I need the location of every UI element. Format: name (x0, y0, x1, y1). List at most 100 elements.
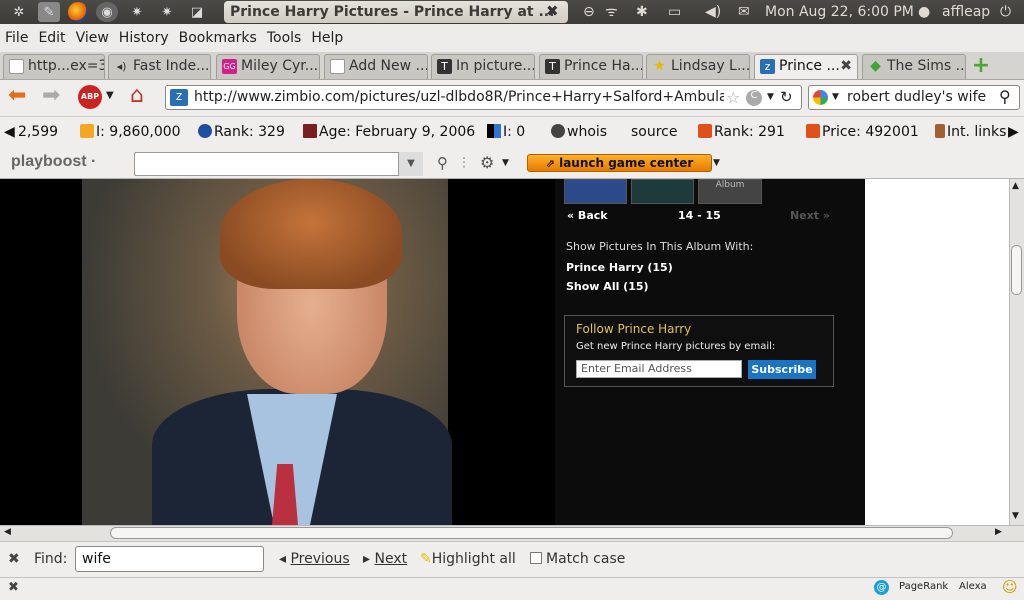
battery-icon[interactable]: ▭ (668, 0, 681, 24)
horizontal-scroll-thumb[interactable] (110, 527, 953, 539)
seo-delicious[interactable]: I: 0 (487, 124, 525, 140)
new-tab-icon[interactable]: + (970, 55, 992, 77)
tab-8-active[interactable]: z Prince ... ✖ (754, 54, 858, 79)
ubuntu-menu-icon[interactable]: ✲ (8, 2, 30, 22)
seo-domain-age[interactable]: Age: February 9, 2006 (303, 124, 475, 140)
tab-7[interactable]: ★ Lindsay L... (646, 54, 750, 79)
tab-6[interactable]: T Prince Ha... (539, 54, 643, 79)
seo-bing-index[interactable]: I: 9,860,000 (80, 124, 181, 140)
search-input[interactable]: robert dudley's wife (847, 89, 986, 105)
home-icon[interactable]: ⌂ (130, 85, 144, 107)
search-icon[interactable]: ⚲ (999, 87, 1011, 106)
subscribe-button[interactable]: Subscribe (748, 360, 816, 379)
menu-file[interactable]: File (5, 30, 28, 46)
tab-3[interactable]: GG Miley Cyr... (216, 54, 320, 79)
playboost-search-icon[interactable]: ⚲ (437, 154, 448, 172)
playboost-gear-dropdown-icon[interactable]: ▼ (502, 158, 509, 168)
tab-2[interactable]: ◂) Fast Inde... (108, 54, 211, 79)
find-next-button[interactable]: ▸ Next (363, 551, 407, 567)
tab-5[interactable]: T In picture... (431, 54, 535, 79)
tab-4[interactable]: Add New ... (324, 54, 428, 79)
status-at-icon[interactable]: @ (874, 580, 889, 595)
tab-1[interactable]: http...ex=3 (3, 54, 105, 79)
menu-history[interactable]: History (119, 30, 169, 46)
album-link-prince-harry[interactable]: Prince Harry (15) (566, 261, 673, 274)
pidgin-icon[interactable]: ◪ (186, 2, 208, 22)
status-close-icon[interactable]: ✖ (8, 580, 19, 595)
menu-edit[interactable]: Edit (38, 30, 65, 46)
url-bar[interactable]: z http://www.zimbio.com/pictures/uzl-dlb… (165, 85, 802, 110)
playboost-dropdown-icon[interactable]: ▼ (398, 152, 423, 176)
back-link[interactable]: « Back (567, 209, 608, 222)
menu-view[interactable]: View (76, 30, 109, 46)
wifi-icon[interactable]: ᯤ (605, 0, 618, 24)
find-previous-button[interactable]: ◂ Previous (279, 551, 350, 567)
launch-dropdown-icon[interactable]: ▼ (713, 158, 720, 168)
app-icon[interactable]: ◉ (96, 2, 118, 22)
next-link[interactable]: Next » (790, 209, 830, 222)
playboost-gear-icon[interactable]: ⚙ (480, 153, 494, 172)
adblock-icon[interactable]: ABP (78, 85, 102, 109)
find-input[interactable]: wife (75, 546, 264, 572)
firefox-icon[interactable] (68, 2, 88, 22)
back-icon[interactable]: ⬅ (8, 85, 26, 107)
alexa-icon[interactable]: ☺ (1002, 578, 1018, 596)
settings-icon[interactable]: ✷ (126, 2, 148, 22)
playboost-search-input[interactable] (134, 152, 423, 176)
site-identity-icon[interactable]: z (170, 89, 188, 106)
bookmark-star-icon[interactable]: ☆ (726, 88, 740, 107)
url-text[interactable]: http://www.zimbio.com/pictures/uzl-dlbdo… (194, 89, 724, 105)
seo-scroll-right-icon[interactable]: ▶ (1008, 124, 1019, 140)
seo-rank[interactable]: Rank: 291 (698, 124, 785, 140)
find-close-icon[interactable]: ✖ (8, 551, 20, 567)
seo-source[interactable]: source (631, 124, 678, 140)
power-button-icon[interactable]: ⊖ (583, 0, 595, 24)
shutdown-icon[interactable]: ⏻ (1000, 0, 1011, 24)
scroll-left-icon[interactable]: ◀ (4, 527, 11, 537)
page-icon-c[interactable]: C (746, 90, 762, 106)
pagerank-label[interactable]: PageRank (899, 581, 948, 592)
forward-icon[interactable]: ➡ (42, 85, 60, 107)
window-close-icon[interactable]: ✖ (546, 2, 559, 20)
album-thumbnail-more[interactable]: Album (698, 179, 762, 204)
user-name[interactable]: affleap (942, 0, 990, 24)
close-tab-icon[interactable]: ✖ (840, 55, 852, 78)
vertical-scrollbar[interactable] (1009, 179, 1024, 525)
url-dropdown-icon[interactable]: ▼ (767, 92, 774, 102)
reload-icon[interactable]: ↻ (780, 88, 793, 106)
clock[interactable]: Mon Aug 22, 6:00 PM (765, 0, 914, 24)
menu-tools[interactable]: Tools (267, 30, 302, 46)
scroll-up-icon[interactable]: ▲ (1012, 181, 1019, 191)
text-editor-icon[interactable]: ✎ (38, 2, 60, 22)
seo-alexa-rank[interactable]: Rank: 329 (198, 124, 285, 140)
search-bar[interactable]: ▼ robert dudley's wife ⚲ (808, 85, 1020, 110)
alexa-label[interactable]: Alexa (959, 581, 987, 592)
email-field[interactable]: Enter Email Address (576, 360, 742, 378)
scroll-right-icon[interactable]: ▶ (995, 527, 1002, 537)
bluetooth-icon[interactable]: ✱ (636, 0, 648, 24)
playboost-logo[interactable]: playboost · (11, 153, 96, 171)
seo-price[interactable]: Price: 492001 (806, 124, 919, 140)
google-icon[interactable] (813, 90, 828, 105)
adblock-dropdown-icon[interactable]: ▼ (106, 90, 114, 101)
volume-icon[interactable]: ◀) (705, 0, 721, 24)
album-thumbnail[interactable] (631, 179, 694, 204)
mail-icon[interactable]: ✉ (738, 0, 750, 24)
launch-game-center-button[interactable]: ⇗ launch game center (527, 154, 712, 172)
highlight-all-button[interactable]: ✎Highlight all (420, 551, 516, 567)
vertical-scroll-thumb[interactable] (1011, 245, 1022, 295)
match-case-checkbox[interactable]: Match case (530, 551, 625, 567)
tools-icon[interactable]: ✷ (156, 2, 178, 22)
album-thumbnail[interactable] (564, 179, 627, 204)
search-engine-dropdown-icon[interactable]: ▼ (832, 92, 839, 102)
seo-value-1[interactable]: 2,599 (18, 124, 58, 140)
menu-help[interactable]: Help (311, 30, 343, 46)
seo-whois[interactable]: whois (551, 124, 607, 140)
seo-int-links[interactable]: Int. links (935, 124, 1006, 140)
album-link-show-all[interactable]: Show All (15) (566, 280, 649, 293)
tab-9[interactable]: ◆ The Sims ... (862, 54, 966, 79)
menu-bookmarks[interactable]: Bookmarks (179, 30, 257, 46)
scroll-down-icon[interactable]: ▼ (1012, 511, 1019, 521)
seo-scroll-left-icon[interactable]: ◀ (4, 124, 15, 140)
prince-harry-photo[interactable] (82, 179, 452, 525)
